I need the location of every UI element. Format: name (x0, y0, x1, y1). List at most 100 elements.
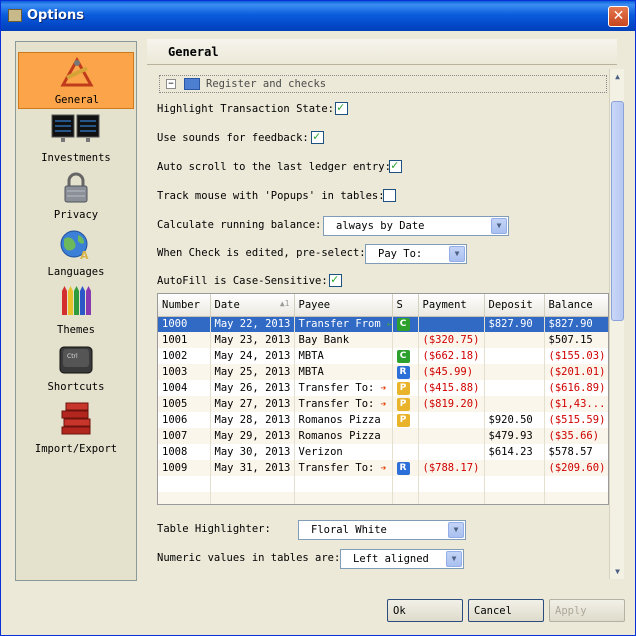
crayons-icon (62, 286, 91, 315)
status-p-icon: P (396, 398, 410, 411)
table-row[interactable]: 1005 May 27, 2013 Transfer To: ➔ P ($819.20)… (158, 396, 608, 412)
cell-balance: $827.90 (544, 316, 608, 332)
cell-balance: ($1,43... (544, 396, 608, 412)
chevron-down-icon[interactable]: ▼ (448, 522, 464, 538)
options-panel: − Register and checks Highlight Transact… (153, 69, 609, 579)
status-r-icon: R (396, 366, 410, 379)
column-header-date[interactable]: Date ▲1 (210, 294, 295, 317)
title-bar[interactable]: Options ✕ (1, 1, 635, 31)
scroll-down-icon[interactable]: ▼ (611, 565, 624, 578)
scroll-up-icon[interactable]: ▲ (611, 70, 624, 83)
sidebar-item-label: Languages (47, 266, 105, 278)
scrollbar-thumb[interactable] (611, 101, 624, 321)
option-autofill: AutoFill is Case-Sensitive: ✓ (157, 272, 607, 291)
cell-payment-value: ($662.18) (422, 350, 480, 362)
sidebar-item-languages[interactable]: A Languages (18, 225, 134, 280)
svg-text:Ctrl: Ctrl (67, 353, 78, 360)
table-header: Number Date ▲1 Payee S Payment Deposit Ba… (158, 294, 608, 317)
collapse-toggle[interactable]: − (166, 79, 176, 89)
check-edited-select[interactable]: Pay To: ▼ (365, 244, 467, 264)
column-header-payee[interactable]: Payee (294, 294, 393, 317)
autoscroll-checkbox[interactable]: ✓ (389, 158, 402, 173)
empty-cell (484, 492, 545, 504)
cell-number-value: 1003 (162, 366, 188, 378)
numeric-values-select[interactable]: Left aligned ▼ (340, 549, 464, 569)
table-row[interactable]: 1000 May 22, 2013 Transfer From ← C $827.90 $… (158, 316, 608, 332)
sidebar-item-general[interactable]: General (18, 52, 134, 109)
select-value: Floral White (311, 524, 387, 536)
cell-number-value: 1002 (162, 350, 188, 362)
cell-date-value: May 24, 2013 (214, 350, 291, 362)
cell-status (392, 332, 419, 348)
cell-number: 1009 (158, 460, 211, 476)
cell-balance-value: ($616.89) (548, 382, 606, 394)
sidebar-item-import-export[interactable]: Import/Export (18, 397, 134, 457)
option-label: Track mouse with 'Popups' in tables: (157, 190, 385, 202)
column-header-deposit[interactable]: Deposit (484, 294, 545, 317)
option-sounds: Use sounds for feedback: ✓ (157, 129, 607, 148)
apply-button[interactable]: Apply (549, 599, 625, 622)
sidebar-item-privacy[interactable]: Privacy (18, 168, 134, 223)
chevron-down-icon[interactable]: ▼ (491, 218, 507, 234)
cell-balance-value: $507.15 (548, 334, 593, 346)
sidebar-item-label: General (54, 94, 100, 106)
sounds-checkbox[interactable]: ✓ (311, 129, 324, 144)
table-row[interactable]: 1006 May 28, 2013 Romanos Pizza P $920.50 ($5… (158, 412, 608, 428)
cell-status (392, 444, 419, 460)
running-balance-select[interactable]: always by Date ▼ (323, 216, 509, 236)
column-header-payment[interactable]: Payment (418, 294, 485, 317)
ledger-preview-table[interactable]: Number Date ▲1 Payee S Payment Deposit Ba… (157, 293, 609, 505)
cell-number: 1006 (158, 412, 211, 428)
cell-payment (418, 444, 485, 460)
column-header-balance[interactable]: Balance (544, 294, 608, 317)
status-p-icon: P (396, 414, 410, 427)
cell-balance: ($209.60) (544, 460, 608, 476)
column-label: S (396, 298, 403, 311)
cell-deposit-value: $479.93 (488, 430, 533, 442)
cell-payment-value: ($819.20) (422, 398, 480, 410)
ok-button[interactable]: Ok (387, 599, 463, 622)
empty-cell (294, 476, 393, 492)
sidebar-item-themes[interactable]: Themes (18, 282, 134, 338)
sidebar-item-investments[interactable]: Investments (18, 111, 134, 166)
sidebar-item-shortcuts[interactable]: Ctrl Shortcuts (18, 340, 134, 395)
cell-balance-value: ($155.03) (548, 350, 606, 362)
cell-deposit (484, 380, 545, 396)
table-row[interactable]: 1008 May 30, 2013 Verizon $614.23 $578.57 (158, 444, 608, 460)
table-row[interactable]: 1003 May 25, 2013 MBTA R ($45.99) ($201.01) (158, 364, 608, 380)
cell-date-value: May 31, 2013 (214, 462, 291, 474)
cell-number-value: 1009 (162, 462, 188, 474)
chevron-down-icon[interactable]: ▼ (446, 551, 462, 567)
column-header-number[interactable]: Number (158, 294, 211, 317)
table-row[interactable]: 1001 May 23, 2013 Bay Bank ($320.75) $507.15 (158, 332, 608, 348)
table-highlighter-select[interactable]: Floral White ▼ (298, 520, 466, 540)
column-header-status[interactable]: S (392, 294, 419, 317)
checkmark-icon: ✓ (313, 129, 321, 143)
autofill-checkbox[interactable]: ✓ (329, 272, 342, 287)
empty-cell (158, 476, 211, 492)
cell-payee: Romanos Pizza (294, 412, 393, 428)
highlight-state-checkbox[interactable]: ✓ (335, 100, 348, 115)
checkmark-icon: ✓ (391, 158, 399, 172)
close-button[interactable]: ✕ (608, 6, 629, 27)
cell-date: May 30, 2013 (210, 444, 295, 460)
cell-deposit: $920.50 (484, 412, 545, 428)
cell-payment-value: ($45.99) (422, 366, 474, 378)
table-row[interactable]: 1007 May 29, 2013 Romanos Pizza $479.93 ($35… (158, 428, 608, 444)
table-row[interactable]: 1009 May 31, 2013 Transfer To: ➔ R ($788.17)… (158, 460, 608, 476)
cell-balance: ($515.59) (544, 412, 608, 428)
vertical-scrollbar[interactable]: ▲ ▼ (609, 69, 624, 579)
cell-payee-value: Transfer From (298, 318, 381, 331)
cell-payee-value: Verizon (298, 446, 343, 458)
cell-number: 1005 (158, 396, 211, 412)
table-row[interactable]: 1004 May 26, 2013 Transfer To: ➔ P ($415.88)… (158, 380, 608, 396)
cell-balance-value: ($35.66) (548, 430, 600, 442)
table-row[interactable]: 1002 May 24, 2013 MBTA C ($662.18) ($155.03) (158, 348, 608, 364)
section-header[interactable]: − Register and checks (159, 75, 607, 93)
cancel-button[interactable]: Cancel (468, 599, 544, 622)
cell-balance-value: ($1,43... (548, 398, 606, 410)
checkmark-icon: ✓ (331, 272, 339, 286)
track-mouse-checkbox[interactable] (383, 189, 396, 202)
chevron-down-icon[interactable]: ▼ (449, 246, 465, 262)
cell-status: P (392, 396, 419, 412)
